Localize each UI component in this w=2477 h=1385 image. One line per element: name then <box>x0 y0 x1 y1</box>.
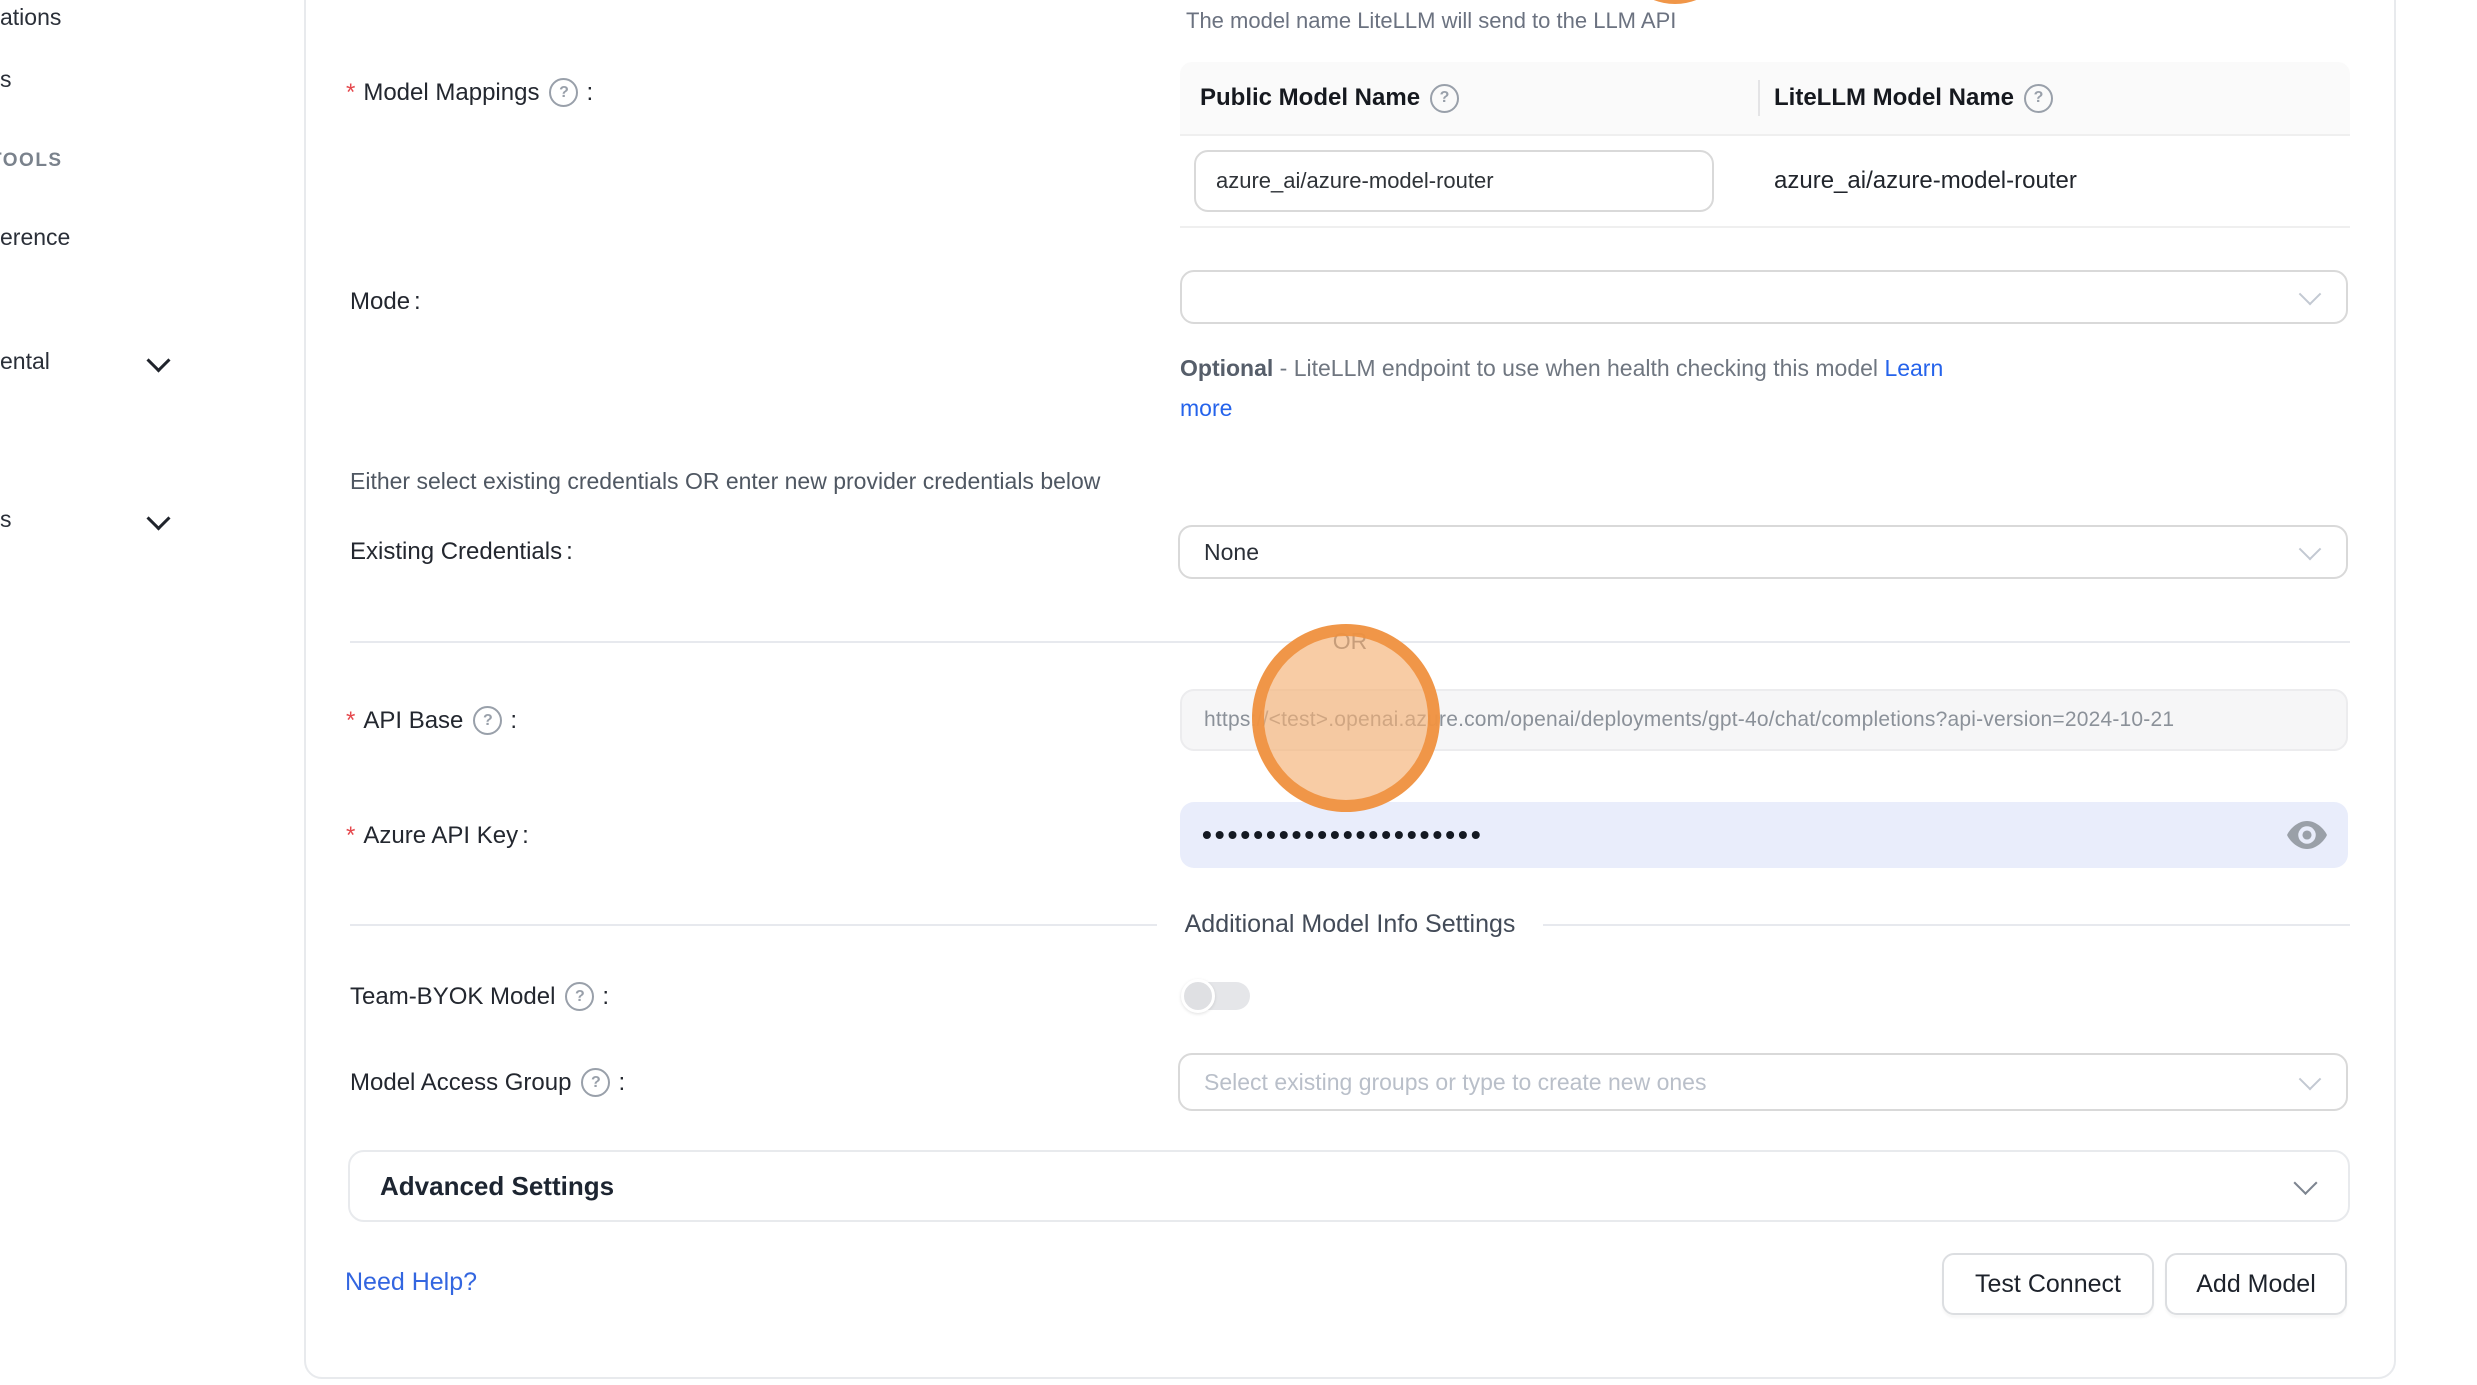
help-icon[interactable]: ? <box>2024 84 2053 113</box>
toggle-knob <box>1181 979 1215 1013</box>
label-text: Mode <box>350 288 410 316</box>
or-divider-label: OR <box>1333 628 1368 655</box>
model-mappings-table: Public Model Name ? LiteLLM Model Name ?… <box>1180 62 2350 228</box>
mode-select[interactable] <box>1180 270 2348 324</box>
label-text: Team-BYOK Model <box>350 983 555 1011</box>
divider-line <box>1395 641 2350 643</box>
team-byok-label: Team-BYOK Model ? : <box>350 982 609 1011</box>
additional-settings-divider-label: Additional Model Info Settings <box>1185 910 1516 939</box>
column-header-litellm-model-name: LiteLLM Model Name ? <box>1758 84 2350 113</box>
api-base-value: https://<test>.openai.azure.com/openai/d… <box>1204 708 2174 732</box>
learn-more-link[interactable]: more <box>1180 395 1232 421</box>
team-byok-toggle[interactable] <box>1184 982 1250 1010</box>
button-label: Test Connect <box>1975 1270 2121 1299</box>
label-text: Model Mappings <box>363 79 539 107</box>
divider-line <box>350 641 1305 643</box>
required-asterisk: * <box>346 79 355 107</box>
required-asterisk: * <box>346 707 355 735</box>
table-row: azure_ai/azure-model-router <box>1180 136 2350 228</box>
credentials-note: Either select existing credentials OR en… <box>350 468 1100 495</box>
add-model-button[interactable]: Add Model <box>2165 1253 2347 1315</box>
existing-credentials-value: None <box>1204 539 1259 566</box>
table-header: Public Model Name ? LiteLLM Model Name ? <box>1180 62 2350 136</box>
label-colon: : <box>586 79 593 107</box>
sidebar-section-label: TOOLS <box>0 150 63 171</box>
advanced-settings-panel[interactable]: Advanced Settings <box>348 1150 2350 1222</box>
sidebar-item-label: ental <box>0 348 50 374</box>
or-divider: OR <box>350 628 2350 655</box>
help-icon[interactable]: ? <box>1430 84 1459 113</box>
existing-credentials-select[interactable]: None <box>1178 525 2348 579</box>
model-access-group-placeholder: Select existing groups or type to create… <box>1204 1069 1706 1096</box>
eye-icon[interactable] <box>2286 820 2328 850</box>
existing-credentials-label: Existing Credentials : <box>350 538 573 566</box>
model-access-group-label: Model Access Group ? : <box>350 1068 625 1097</box>
divider-line <box>350 924 1157 926</box>
public-model-name-cell <box>1180 150 1758 212</box>
label-text: API Base <box>363 707 463 735</box>
masked-api-key: •••••••••••••••••••••• <box>1202 821 1484 849</box>
label-colon: : <box>510 707 517 735</box>
advanced-settings-title: Advanced Settings <box>380 1171 614 1202</box>
help-icon[interactable]: ? <box>549 78 578 107</box>
sidebar-item-label: erence <box>0 224 70 250</box>
chevron-down-icon <box>2299 1068 2322 1091</box>
label-text: Model Access Group <box>350 1069 571 1097</box>
api-base-input[interactable]: https://<test>.openai.azure.com/openai/d… <box>1180 689 2348 751</box>
help-icon[interactable]: ? <box>473 706 502 735</box>
azure-api-key-input[interactable]: •••••••••••••••••••••• <box>1180 802 2348 868</box>
column-header-public-model-name: Public Model Name ? <box>1180 84 1758 113</box>
label-colon: : <box>414 288 421 316</box>
learn-more-link[interactable]: Learn <box>1884 355 1943 381</box>
mode-hint-line1: Optional - LiteLLM endpoint to use when … <box>1180 348 1943 388</box>
mode-hint-bold: Optional <box>1180 355 1273 381</box>
sidebar-item-organizations[interactable]: ations <box>0 4 61 31</box>
sidebar-item-settings[interactable]: s <box>0 506 12 533</box>
label-colon: : <box>618 1069 625 1097</box>
label-colon: : <box>522 822 529 850</box>
mode-hint-text: - LiteLLM endpoint to use when health ch… <box>1273 355 1884 381</box>
chevron-down-icon <box>2293 1171 2317 1195</box>
litellm-model-name-cell: azure_ai/azure-model-router <box>1758 167 2350 195</box>
model-name-hint: The model name LiteLLM will send to the … <box>1186 8 1676 34</box>
sidebar-item-keys[interactable]: s <box>0 66 12 93</box>
chevron-down-icon[interactable] <box>146 348 170 372</box>
help-icon[interactable]: ? <box>581 1068 610 1097</box>
chevron-down-icon <box>2299 283 2322 306</box>
button-label: Add Model <box>2196 1270 2316 1299</box>
model-mappings-label: * Model Mappings ? : <box>346 78 593 107</box>
add-model-page: { "ui": { "colon": ":", "required_mark":… <box>0 0 2477 1385</box>
test-connect-button[interactable]: Test Connect <box>1942 1253 2154 1315</box>
sidebar-item-label: s <box>0 66 12 92</box>
need-help-link[interactable]: Need Help? <box>345 1268 477 1297</box>
divider-line <box>1543 924 2350 926</box>
sidebar-item-experimental[interactable]: ental <box>0 348 50 375</box>
mode-hint-line2: more <box>1180 388 1943 428</box>
label-text: Azure API Key <box>363 822 518 850</box>
sidebar-item-label: s <box>0 506 12 532</box>
chevron-down-icon[interactable] <box>146 506 170 530</box>
mode-hint: Optional - LiteLLM endpoint to use when … <box>1180 348 1943 428</box>
sidebar-section-tools: TOOLS <box>0 150 63 172</box>
sidebar-item-label: ations <box>0 4 61 30</box>
label-colon: : <box>602 983 609 1011</box>
label-text: Existing Credentials <box>350 538 562 566</box>
required-asterisk: * <box>346 822 355 850</box>
litellm-model-name-value: azure_ai/azure-model-router <box>1774 167 2077 194</box>
api-base-label: * API Base ? : <box>346 706 517 735</box>
label-colon: : <box>566 538 573 566</box>
column-header-label: Public Model Name <box>1200 84 1420 112</box>
azure-api-key-label: * Azure API Key : <box>346 822 529 850</box>
additional-settings-divider: Additional Model Info Settings <box>350 910 2350 939</box>
model-access-group-select[interactable]: Select existing groups or type to create… <box>1178 1053 2348 1111</box>
help-icon[interactable]: ? <box>565 982 594 1011</box>
sidebar-item-inference[interactable]: erence <box>0 224 70 251</box>
mode-label: Mode : <box>350 288 421 316</box>
chevron-down-icon <box>2299 538 2322 561</box>
public-model-name-input[interactable] <box>1194 150 1714 212</box>
column-header-label: LiteLLM Model Name <box>1774 84 2014 112</box>
